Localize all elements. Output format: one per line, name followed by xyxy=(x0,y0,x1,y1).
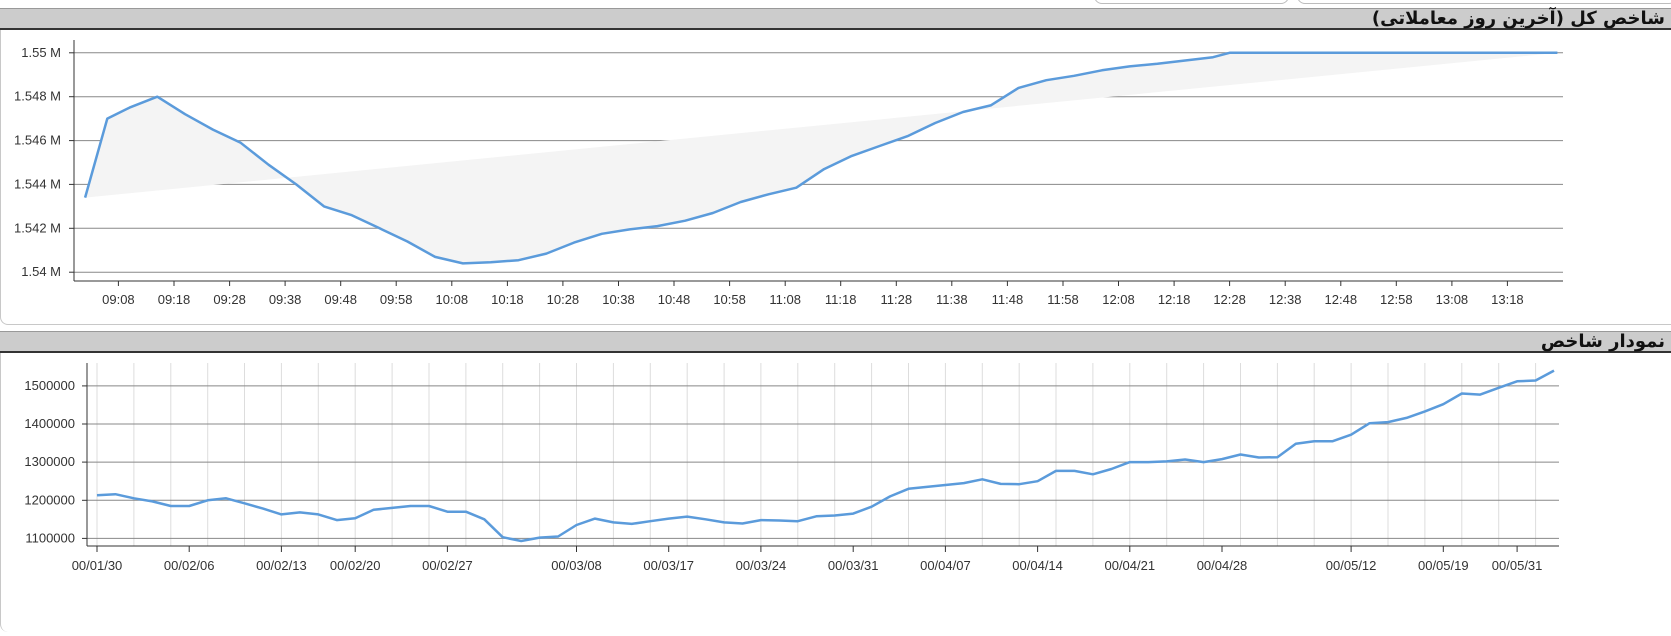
x-tick-label: 00/03/24 xyxy=(736,558,787,573)
x-tick-label: 09:08 xyxy=(102,292,135,307)
x-tick-label: 00/05/19 xyxy=(1418,558,1469,573)
x-tick-label: 09:58 xyxy=(380,292,413,307)
x-tick-label: 09:18 xyxy=(158,292,191,307)
y-tick-label: 1.542 M xyxy=(14,220,61,235)
x-tick-label: 10:08 xyxy=(436,292,469,307)
x-tick-label: 10:18 xyxy=(491,292,524,307)
x-tick-label: 09:38 xyxy=(269,292,302,307)
y-tick-label: 1100000 xyxy=(25,530,75,545)
y-tick-label: 1.548 M xyxy=(14,89,61,104)
x-tick-label: 11:08 xyxy=(769,292,801,307)
x-tick-label: 10:58 xyxy=(713,292,746,307)
x-tick-label: 12:48 xyxy=(1325,292,1358,307)
history-panel-header[interactable]: نمودار شاخص xyxy=(0,331,1671,353)
x-tick-label: 00/04/28 xyxy=(1197,558,1248,573)
x-tick-label: 11:28 xyxy=(881,292,913,307)
x-tick-label: 00/03/31 xyxy=(828,558,879,573)
x-tick-label: 00/02/13 xyxy=(256,558,307,573)
intraday-index-chart: 1.54 M 1.542 M 1.544 M 1.546 M 1.548 M 1.55 M… xyxy=(1,30,1671,325)
x-tick-label: 12:28 xyxy=(1213,292,1246,307)
y-tick-label: 1.55 M xyxy=(21,45,61,60)
x-tick-label: 13:18 xyxy=(1491,292,1524,307)
x-tick-label: 00/02/27 xyxy=(422,558,473,573)
x-tick-label: 00/03/17 xyxy=(643,558,694,573)
x-tick-label: 00/04/07 xyxy=(920,558,971,573)
area-fill xyxy=(85,53,1557,264)
x-tick-label: 00/05/12 xyxy=(1326,558,1377,573)
y-tick-label: 1.544 M xyxy=(14,176,61,191)
x-tick-label: 00/03/08 xyxy=(551,558,602,573)
y-tick-label: 1400000 xyxy=(24,416,75,431)
x-tick-label: 00/04/21 xyxy=(1104,558,1155,573)
x-tick-label: 00/05/31 xyxy=(1492,558,1543,573)
x-tick-label: 00/02/20 xyxy=(330,558,381,573)
x-tick-label: 11:58 xyxy=(1047,292,1079,307)
x-tick-label: 12:18 xyxy=(1158,292,1191,307)
top-tab-left[interactable] xyxy=(1094,0,1289,4)
intraday-panel-title: شاخص کل (آخرین روز معاملاتی) xyxy=(1372,9,1665,29)
x-tick-label: 00/01/30 xyxy=(72,558,123,573)
x-tick-label: 12:08 xyxy=(1102,292,1135,307)
y-tick-label: 1500000 xyxy=(24,378,75,393)
x-tick-label: 11:18 xyxy=(825,292,857,307)
history-panel-title: نمودار شاخص xyxy=(1541,332,1665,352)
y-tick-label: 1200000 xyxy=(24,492,75,507)
x-tick-label: 10:28 xyxy=(547,292,580,307)
x-tick-label: 11:48 xyxy=(992,292,1024,307)
history-panel-body: 1100000 1200000 1300000 1400000 1500000 00/01… xyxy=(0,353,1671,632)
x-tick-label: 13:08 xyxy=(1436,292,1469,307)
intraday-panel-body: 1.54 M 1.542 M 1.544 M 1.546 M 1.548 M 1.55 M… xyxy=(0,30,1671,325)
y-tick-label: 1.54 M xyxy=(21,264,61,279)
top-tab-right[interactable] xyxy=(1297,0,1671,4)
x-tick-label: 09:48 xyxy=(324,292,357,307)
intraday-panel-header[interactable]: شاخص کل (آخرین روز معاملاتی) xyxy=(0,8,1671,30)
x-tick-label: 10:38 xyxy=(602,292,635,307)
y-tick-label: 1.546 M xyxy=(14,133,61,148)
x-tick-label: 11:38 xyxy=(936,292,968,307)
x-tick-label: 00/02/06 xyxy=(164,558,215,573)
history-index-chart: 1100000 1200000 1300000 1400000 1500000 00/01… xyxy=(1,353,1671,632)
x-tick-label: 09:28 xyxy=(213,292,246,307)
x-tick-label: 00/04/14 xyxy=(1012,558,1063,573)
index-line xyxy=(97,371,1554,541)
x-tick-label: 10:48 xyxy=(658,292,691,307)
y-tick-label: 1300000 xyxy=(24,454,75,469)
x-tick-label: 12:58 xyxy=(1380,292,1413,307)
x-tick-label: 12:38 xyxy=(1269,292,1302,307)
